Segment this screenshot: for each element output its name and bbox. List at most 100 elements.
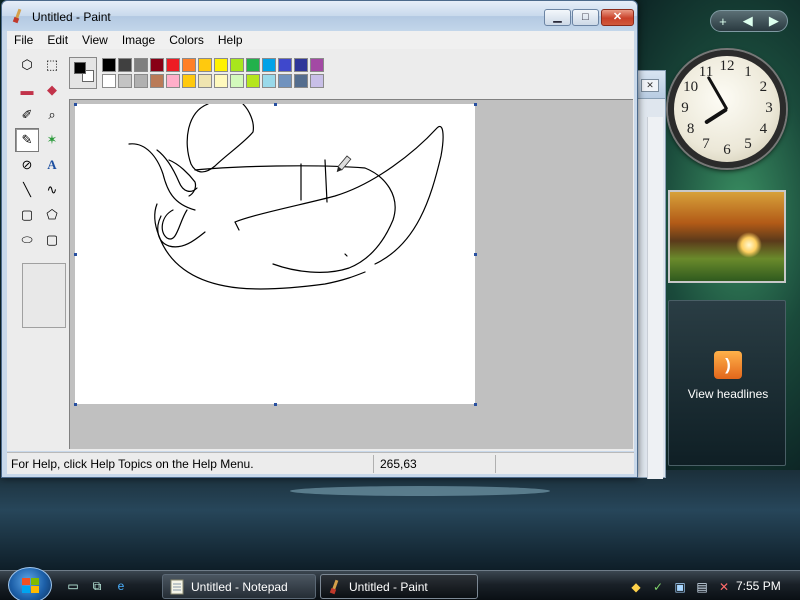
canvas-area bbox=[69, 99, 633, 449]
menu-view[interactable]: View bbox=[75, 31, 115, 49]
taskbar-notepad[interactable]: Untitled - Notepad bbox=[162, 574, 316, 599]
sidebar-prev-button[interactable]: ◀ bbox=[743, 13, 753, 29]
airbrush-tool-button[interactable]: ⊘ bbox=[15, 153, 39, 177]
canvas-handle-bottom-left bbox=[74, 403, 77, 406]
slideshow-photo-sun bbox=[736, 232, 762, 258]
canvas-handle-right[interactable] bbox=[474, 253, 477, 256]
curve-tool-button[interactable]: ∿ bbox=[40, 178, 64, 202]
select-tool-button[interactable]: ⬚ bbox=[40, 53, 64, 77]
show-desktop-icon[interactable]: ▭ bbox=[64, 577, 82, 595]
canvas-handle-top-right bbox=[474, 103, 477, 106]
notepad-window[interactable]: ✕ bbox=[636, 70, 666, 479]
notepad-close-button[interactable]: ✕ bbox=[641, 79, 659, 92]
palette-swatch[interactable] bbox=[230, 74, 244, 88]
palette-swatch[interactable] bbox=[150, 58, 164, 72]
maximize-button[interactable]: □ bbox=[572, 9, 599, 26]
magnifier-icon: ⌕ bbox=[48, 107, 56, 122]
foreground-color-swatch[interactable] bbox=[74, 62, 86, 74]
rounded-rectangle-tool-button[interactable]: ▢ bbox=[40, 228, 64, 252]
fill-with-color-tool-button[interactable]: ◆ bbox=[40, 78, 64, 102]
network-icon[interactable]: ▣ bbox=[672, 579, 688, 595]
clock-number: 8 bbox=[686, 121, 695, 137]
tool-options-box[interactable] bbox=[22, 263, 66, 328]
polygon-tool-button[interactable]: ⬠ bbox=[40, 203, 64, 227]
magnifier-tool-button[interactable]: ⌕ bbox=[40, 103, 64, 127]
rectangle-tool-button[interactable]: ▢ bbox=[15, 203, 39, 227]
menu-edit[interactable]: Edit bbox=[40, 31, 75, 49]
palette-swatch[interactable] bbox=[182, 58, 196, 72]
paint-icon bbox=[329, 579, 339, 594]
taskbar-clock[interactable]: 7:55 PM bbox=[736, 579, 781, 593]
drawing-canvas[interactable] bbox=[75, 104, 475, 404]
clock-number: 4 bbox=[759, 121, 768, 137]
sidebar-controls: + ◀ ▶ bbox=[710, 10, 788, 32]
status-separator bbox=[495, 455, 496, 473]
menu-image[interactable]: Image bbox=[115, 31, 162, 49]
palette-swatch[interactable] bbox=[278, 58, 292, 72]
palette-swatch[interactable] bbox=[214, 74, 228, 88]
switch-windows-icon[interactable]: ⧉ bbox=[88, 577, 106, 595]
clock-number: 9 bbox=[681, 100, 689, 116]
menu-colors[interactable]: Colors bbox=[162, 31, 211, 49]
palette-swatch[interactable] bbox=[198, 58, 212, 72]
sidebar-add-gadget-button[interactable]: + bbox=[719, 14, 727, 29]
palette-swatch[interactable] bbox=[134, 58, 148, 72]
palette-swatch[interactable] bbox=[230, 58, 244, 72]
palette-swatch[interactable] bbox=[134, 74, 148, 88]
close-button[interactable]: ✕ bbox=[601, 9, 634, 26]
palette-swatch[interactable] bbox=[246, 58, 260, 72]
palette-swatch[interactable] bbox=[294, 74, 308, 88]
palette-swatch[interactable] bbox=[310, 74, 324, 88]
palette-swatch[interactable] bbox=[166, 58, 180, 72]
palette-swatch[interactable] bbox=[278, 74, 292, 88]
palette-swatch[interactable] bbox=[166, 74, 180, 88]
palette-swatch[interactable] bbox=[150, 74, 164, 88]
palette-swatch[interactable] bbox=[214, 58, 228, 72]
status-separator bbox=[373, 455, 374, 473]
clock-gadget[interactable]: 12 1 2 3 4 5 6 7 8 9 10 11 bbox=[668, 50, 786, 168]
slideshow-gadget[interactable] bbox=[668, 190, 786, 283]
brush-tool-button[interactable]: ✶ bbox=[40, 128, 64, 152]
taskbar-paint[interactable]: Untitled - Paint bbox=[320, 574, 478, 599]
current-colors-indicator[interactable] bbox=[69, 57, 97, 89]
eraser-tool-button[interactable]: ▬ bbox=[15, 78, 39, 102]
security-shield-icon[interactable]: ◆ bbox=[628, 579, 644, 595]
line-tool-button[interactable]: ╲ bbox=[15, 178, 39, 202]
pick-color-tool-button[interactable]: ✐ bbox=[15, 103, 39, 127]
toolbox: ▢ ⬭ ⬠ ▢ ∿ ╲ A ⊘ ✶ ✎ ⌕ ✐ ◆ ▬ ⬚ ⬡ bbox=[13, 53, 66, 328]
canvas-handle-top bbox=[274, 103, 277, 106]
sidebar-next-button[interactable]: ▶ bbox=[769, 13, 779, 29]
palette-swatch[interactable] bbox=[246, 74, 260, 88]
volume-muted-icon[interactable]: ✕ bbox=[716, 579, 732, 595]
color-palette bbox=[102, 58, 324, 88]
menu-file[interactable]: File bbox=[7, 31, 40, 49]
notepad-scrollbar[interactable] bbox=[647, 117, 663, 479]
palette-swatch[interactable] bbox=[262, 58, 276, 72]
paint-titlebar[interactable]: Untitled - Paint ▁ □ ✕ bbox=[2, 1, 637, 31]
canvas-handle-bottom[interactable] bbox=[274, 403, 277, 406]
palette-swatch[interactable] bbox=[102, 58, 116, 72]
free-form-select-tool-button[interactable]: ⬡ bbox=[15, 53, 39, 77]
paint-client-area: ▢ ⬭ ⬠ ▢ ∿ ╲ A ⊘ ✶ ✎ ⌕ ✐ ◆ ▬ ⬚ ⬡ bbox=[7, 49, 634, 451]
start-button[interactable] bbox=[8, 567, 52, 600]
palette-swatch[interactable] bbox=[294, 58, 308, 72]
minimize-button[interactable]: ▁ bbox=[544, 9, 571, 26]
feed-view-headlines-label[interactable]: View headlines bbox=[669, 387, 787, 401]
canvas-handle-bottom-right[interactable] bbox=[474, 403, 477, 406]
text-tool-button[interactable]: A bbox=[40, 153, 64, 177]
feed-headlines-gadget[interactable]: ) View headlines bbox=[668, 300, 786, 466]
palette-swatch[interactable] bbox=[310, 58, 324, 72]
palette-swatch[interactable] bbox=[262, 74, 276, 88]
pencil-tool-button[interactable]: ✎ bbox=[15, 128, 39, 152]
internet-explorer-icon[interactable]: e bbox=[112, 577, 130, 595]
palette-swatch[interactable] bbox=[102, 74, 116, 88]
palette-swatch[interactable] bbox=[198, 74, 212, 88]
menu-help[interactable]: Help bbox=[211, 31, 250, 49]
brush-icon: ✶ bbox=[46, 132, 58, 147]
windows-defender-icon[interactable]: ✓ bbox=[650, 579, 666, 595]
ellipse-tool-button[interactable]: ⬭ bbox=[15, 228, 39, 252]
palette-swatch[interactable] bbox=[118, 74, 132, 88]
palette-swatch[interactable] bbox=[118, 58, 132, 72]
display-icon[interactable]: ▤ bbox=[694, 579, 710, 595]
palette-swatch[interactable] bbox=[182, 74, 196, 88]
